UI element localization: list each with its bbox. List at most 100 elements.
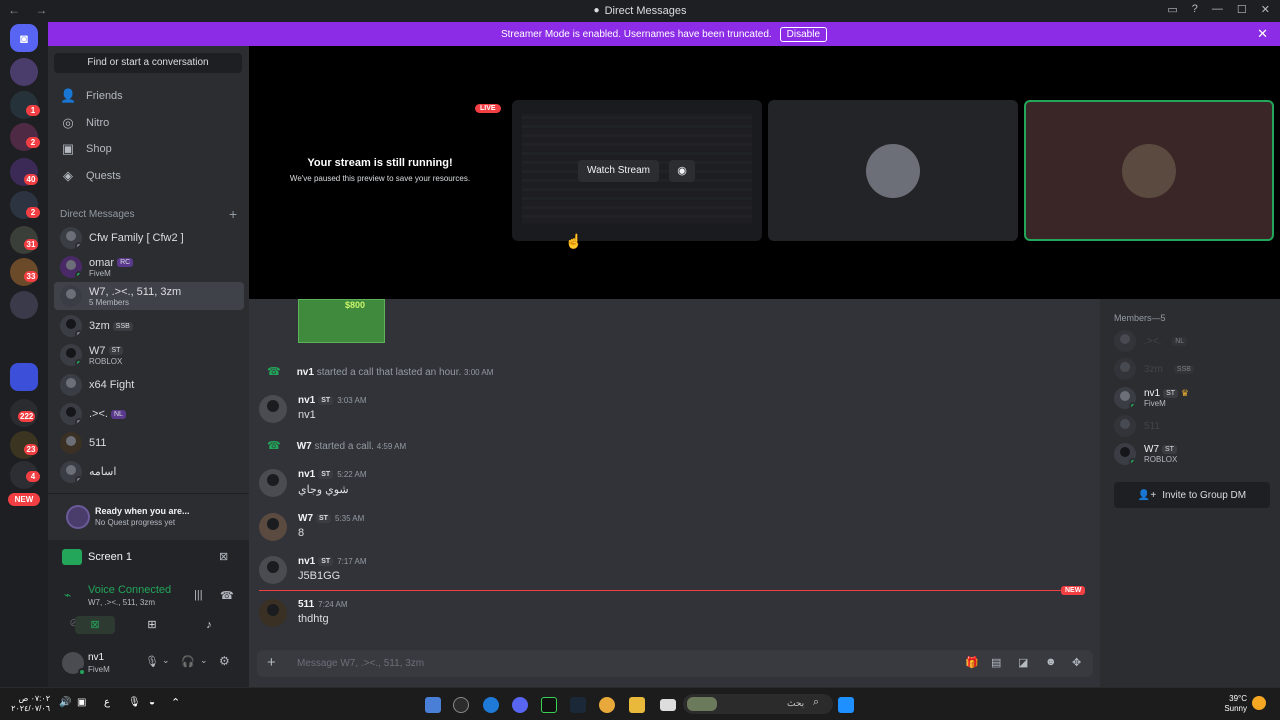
message-image[interactable]: $800 <box>298 299 385 343</box>
network-icon[interactable]: ▣ <box>77 697 86 708</box>
microphone-icon[interactable]: 🎙 <box>145 655 159 668</box>
nav-nitro[interactable]: ◎ Nitro <box>54 111 242 135</box>
message-avatar[interactable] <box>259 469 287 497</box>
avatar <box>60 403 82 425</box>
member-item[interactable]: 511 <box>1114 413 1160 439</box>
taskbar-app-icon[interactable] <box>660 699 676 711</box>
emoji-icon[interactable]: ☻ <box>1045 656 1057 668</box>
stream-preview-eye-icon[interactable]: ◉ <box>669 160 695 182</box>
message-author[interactable]: nv1 <box>298 469 315 480</box>
message-avatar[interactable] <box>259 599 287 627</box>
message-input[interactable]: Message W7, .><., 511, 3zm <box>297 658 424 669</box>
taskbar-time[interactable]: ٠٧:٠٢ ص <box>8 694 50 704</box>
participant-tile-speaking[interactable] <box>1024 100 1274 241</box>
minimize-button[interactable]: — <box>1212 3 1223 16</box>
dm-item[interactable]: Cfw Family [ Cfw2 ] <box>54 224 244 252</box>
dm-item[interactable]: omar RC FiveM <box>54 253 244 281</box>
quest-card[interactable]: Ready when you are... No Quest progress … <box>48 493 249 540</box>
terminal-icon[interactable] <box>541 697 557 713</box>
steam-icon[interactable] <box>570 697 586 713</box>
member-item[interactable]: nv1 ST ♛ FiveM <box>1114 385 1189 411</box>
dm-item[interactable]: اسامه <box>54 458 244 486</box>
sticker-icon[interactable]: ◪ <box>1018 656 1028 669</box>
message-avatar[interactable] <box>259 556 287 584</box>
tray-app-icon[interactable]: ◒ <box>149 697 155 708</box>
output-options-chevron-icon[interactable]: ⌄ <box>200 655 208 666</box>
file-explorer-icon[interactable] <box>629 697 645 713</box>
edge-icon[interactable] <box>483 697 499 713</box>
chrome-icon[interactable] <box>599 697 615 713</box>
dm-item-selected[interactable]: W7, .><., 511, 3zm 5 Members <box>54 282 244 310</box>
nav-friends[interactable]: 👤 Friends <box>54 84 242 108</box>
taskbar-search[interactable]: بحث ⌕ <box>683 694 833 714</box>
message-author[interactable]: W7 <box>298 513 313 524</box>
dm-item[interactable]: .><. NL <box>54 400 244 428</box>
close-window-button[interactable]: ✕ <box>1261 3 1270 16</box>
discord-taskbar-icon[interactable] <box>512 697 528 713</box>
folder-icon[interactable] <box>10 363 38 391</box>
dm-item[interactable]: 3zm SSB <box>54 312 244 340</box>
mic-tray-icon[interactable]: 🎙 <box>128 697 141 708</box>
member-list: Members—5 .><. NL 3zm SSB nv1 ST ♛ FiveM 511… <box>1100 299 1280 687</box>
message-author[interactable]: nv1 <box>298 395 315 406</box>
show-hidden-icons-chevron-icon[interactable]: ⌃ <box>171 696 180 709</box>
weather-temp[interactable]: 39°C <box>1205 694 1247 704</box>
input-language[interactable]: ع <box>104 697 110 708</box>
watch-stream-button[interactable]: Watch Stream <box>578 160 659 182</box>
stream-preview-tile[interactable]: Watch Stream ◉ <box>512 100 762 241</box>
server-icon[interactable] <box>10 58 38 86</box>
message-avatar[interactable] <box>259 395 287 423</box>
member-item[interactable]: W7 ST ROBLOX <box>1114 441 1177 467</box>
dm-item[interactable]: 511 <box>54 429 244 457</box>
member-item[interactable]: .><. NL <box>1114 328 1188 354</box>
apps-icon[interactable]: ✥ <box>1072 656 1081 669</box>
disconnect-icon[interactable]: ☎ <box>220 589 234 602</box>
message-author[interactable]: nv1 <box>298 556 315 567</box>
event-user[interactable]: nv1 <box>297 367 314 378</box>
soundboard-icon[interactable]: ♪ <box>189 616 229 634</box>
username[interactable]: nv1 <box>88 652 104 663</box>
help-icon[interactable]: ? <box>1192 3 1198 16</box>
dm-item[interactable]: x64 Fight <box>54 371 244 399</box>
event-text: started a call that lasted an hour. <box>316 367 462 378</box>
close-banner-icon[interactable]: ✕ <box>1257 26 1268 42</box>
nav-label: Nitro <box>86 117 110 129</box>
find-conversation-button[interactable]: Find or start a conversation <box>54 53 242 73</box>
inbox-icon[interactable]: ▭ <box>1167 3 1177 16</box>
mic-options-chevron-icon[interactable]: ⌄ <box>162 655 170 666</box>
nav-quests[interactable]: ◈ Quests <box>54 164 242 188</box>
gift-icon[interactable]: 🎁 <box>965 656 979 669</box>
attach-plus-icon[interactable]: + <box>267 655 276 670</box>
share-screen-button[interactable]: ⊠ <box>75 616 115 634</box>
invite-to-group-dm-button[interactable]: 👤+ Invite to Group DM <box>1114 482 1270 508</box>
member-item[interactable]: 3zm SSB <box>1114 356 1194 382</box>
dm-item[interactable]: W7 ST ROBLOX <box>54 341 244 369</box>
stop-share-icon[interactable]: ⊠ <box>219 550 228 563</box>
settings-gear-icon[interactable]: ⚙ <box>219 654 230 668</box>
participant-tile[interactable] <box>768 100 1018 241</box>
event-text: started a call. <box>314 441 374 452</box>
server-folder-icon[interactable] <box>10 291 38 319</box>
discord-home-icon[interactable]: ◙ <box>10 24 38 52</box>
weather-condition[interactable]: Sunny <box>1205 704 1247 714</box>
message-author[interactable]: 511 <box>298 599 314 610</box>
create-dm-plus-icon[interactable]: + <box>229 206 237 222</box>
event-user[interactable]: W7 <box>297 441 312 452</box>
headphones-icon[interactable]: 🎧 <box>181 655 195 668</box>
voice-channel[interactable]: W7, .><., 511, 3zm <box>88 598 155 607</box>
streamer-mode-banner: Streamer Mode is enabled. Usernames have… <box>48 22 1280 46</box>
task-view-icon[interactable] <box>425 697 441 713</box>
message-avatar[interactable] <box>259 513 287 541</box>
gif-icon[interactable]: ▤ <box>991 656 1001 669</box>
volume-icon[interactable]: 🔊 <box>59 697 71 708</box>
app-icon[interactable] <box>453 697 469 713</box>
taskbar-date[interactable]: ٢٠٢٤/٠٧/٠٦ <box>8 704 50 714</box>
windows-start-icon[interactable] <box>838 697 854 713</box>
disable-button[interactable]: Disable <box>779 26 828 42</box>
nav-shop[interactable]: ▣ Shop <box>54 137 242 161</box>
noise-suppression-icon[interactable]: ||| <box>194 589 203 601</box>
voice-status[interactable]: Voice Connected <box>88 584 171 596</box>
maximize-button[interactable]: ☐ <box>1237 3 1247 16</box>
activities-icon[interactable]: ⊞ <box>132 616 172 634</box>
history-nav-icons[interactable]: ← → <box>8 3 53 17</box>
